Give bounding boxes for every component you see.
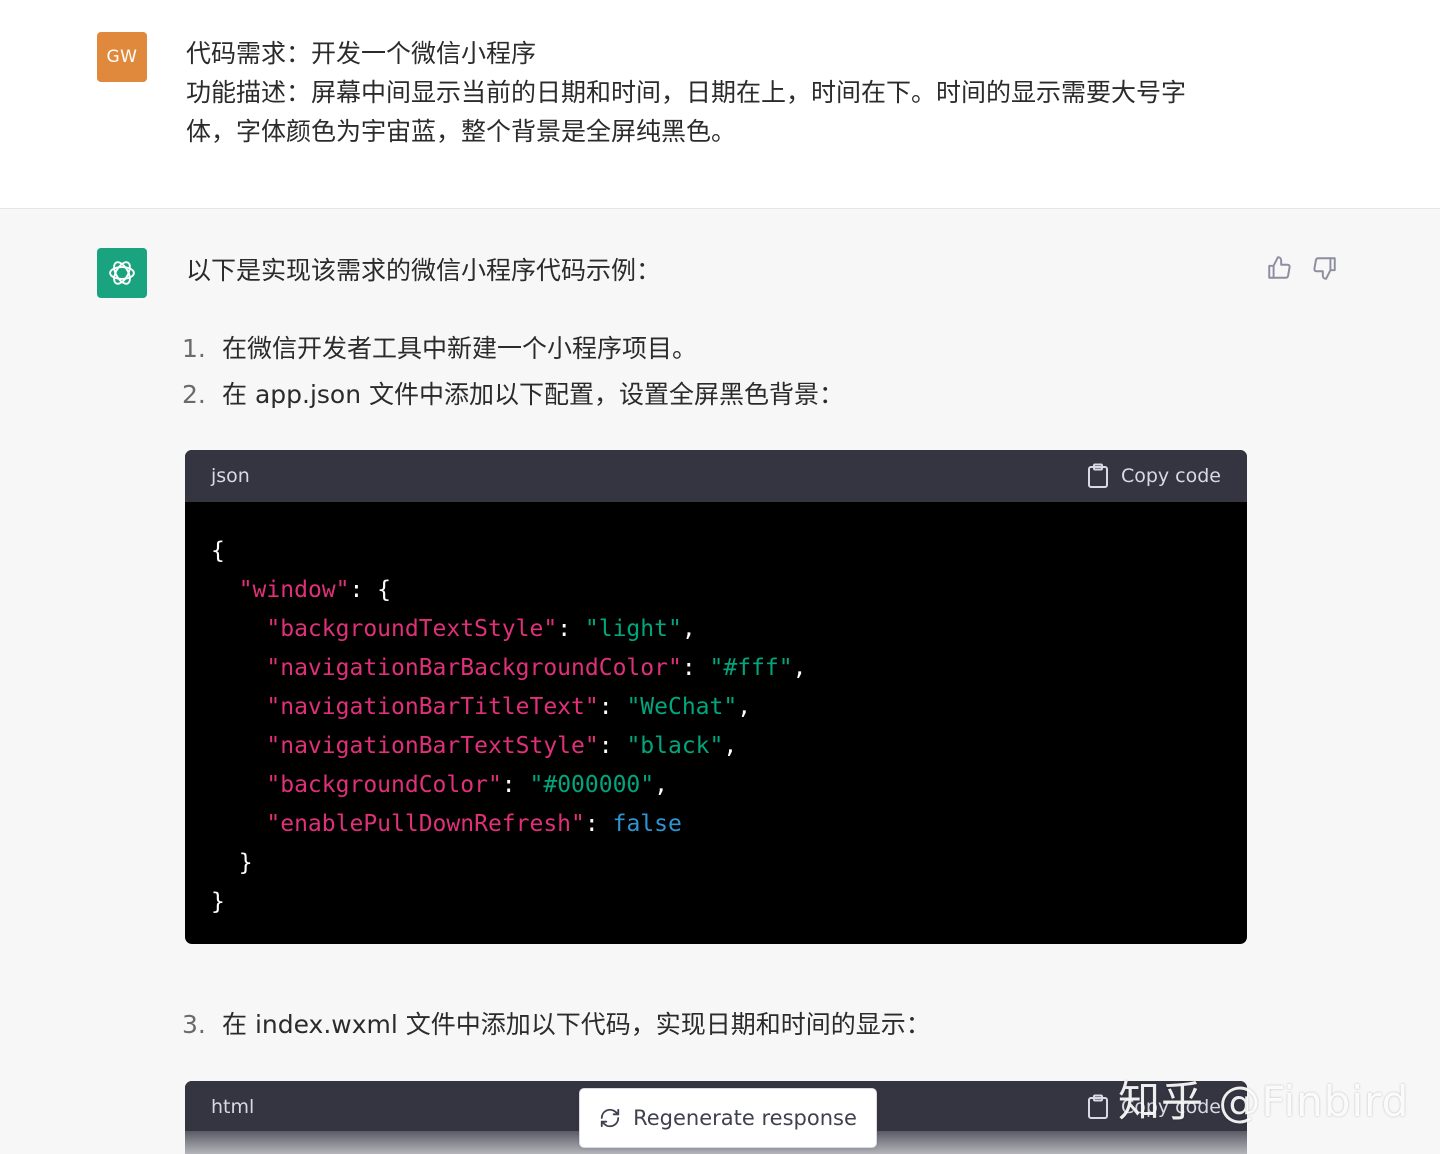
list-item: 2. 在 app.json 文件中添加以下配置，设置全屏黑色背景： [182,377,844,413]
list-item: 3. 在 index.wxml 文件中添加以下代码，实现日期和时间的显示： [182,1007,931,1043]
openai-logo-icon [97,248,147,298]
code-token: } [211,889,225,915]
code-token: "#000000" [529,772,655,798]
code-token: false [612,811,682,837]
clipboard-icon [1087,1094,1108,1119]
regenerate-button[interactable]: Regenerate response [579,1088,877,1148]
code-token: "black" [626,733,724,759]
code-line: "navigationBarBackgroundColor": "#fff", [211,649,1221,688]
list-item-number: 2. [182,380,206,409]
list-item: 1. 在微信开发者工具中新建一个小程序项目。 [182,331,697,367]
code-token: "backgroundColor" [266,772,502,798]
code-line: "navigationBarTitleText": "WeChat", [211,688,1221,727]
code-token: "backgroundTextStyle" [266,616,558,642]
thumbs-down-icon[interactable] [1311,254,1339,282]
refresh-icon [600,1108,620,1128]
code-block-json: json Copy code { "window": { "background… [185,450,1247,944]
code-token: , [723,733,738,759]
code-token: , [737,694,752,720]
list-item-number: 1. [182,334,206,363]
user-message: GW 代码需求：开发一个微信小程序 功能描述：屏幕中间显示当前的日期和时间，日期… [0,0,1440,209]
copy-code-label: Copy code [1120,465,1221,487]
user-avatar: GW [97,32,147,82]
code-line: "enablePullDownRefresh": false [211,805,1221,844]
thumbs-up-icon[interactable] [1265,254,1293,282]
code-token: "navigationBarBackgroundColor" [266,655,682,681]
code-content: { "window": { "backgroundTextStyle": "li… [185,502,1247,944]
code-language-label: json [211,465,250,487]
assistant-message: 以下是实现该需求的微信小程序代码示例： 1. 在微信开发者工具中新建一个小程序项… [0,209,1440,1154]
assistant-intro: 以下是实现该需求的微信小程序代码示例： [186,256,662,285]
code-token: : [681,655,710,681]
code-token: , [681,616,696,642]
list-item-text: 在微信开发者工具中新建一个小程序项目。 [222,334,698,363]
user-message-line: 代码需求：开发一个微信小程序 [186,39,537,68]
code-token: : [598,733,627,759]
code-block-header: json Copy code [185,450,1247,502]
code-token: , [654,772,668,798]
code-token: "window" [238,577,350,603]
code-token: : [557,616,585,642]
code-language-label: html [211,1096,255,1118]
code-token: : [584,811,613,837]
user-avatar-initials: GW [106,47,138,67]
code-line: } [211,883,1221,922]
list-item-text: 在 index.wxml 文件中添加以下代码，实现日期和时间的显示： [222,1010,931,1039]
code-line: "backgroundColor": "#000000", [211,766,1221,805]
code-line: "navigationBarTextStyle": "black", [211,727,1221,766]
code-token: "navigationBarTitleText" [266,694,599,720]
code-line: { [211,532,1221,571]
user-message-line: 功能描述：屏幕中间显示当前的日期和时间，日期在上，时间在下。时间的显示需要大号字 [186,78,1187,107]
user-message-text: 代码需求：开发一个微信小程序 功能描述：屏幕中间显示当前的日期和时间，日期在上，… [186,34,1246,151]
list-item-text: 在 app.json 文件中添加以下配置，设置全屏黑色背景： [222,380,845,409]
watermark: 知乎 @Finbird [1118,1077,1410,1126]
code-line: "backgroundTextStyle": "light", [211,610,1221,649]
code-token: : [598,694,627,720]
code-token: : [501,772,530,798]
code-token: "light" [584,616,682,642]
code-line: } [211,844,1221,883]
code-token: } [211,850,253,876]
list-item-number: 3. [182,1010,206,1039]
code-token: "navigationBarTextStyle" [266,733,599,759]
code-token: "enablePullDownRefresh" [266,811,585,837]
code-token: , [792,655,807,681]
user-message-line: 体，字体颜色为宇宙蓝，整个背景是全屏纯黑色。 [186,117,737,146]
clipboard-icon [1087,463,1108,488]
code-token: { [211,538,225,564]
code-token: "#fff" [709,655,793,681]
regenerate-label: Regenerate response [633,1106,857,1130]
code-token: "WeChat" [626,694,738,720]
copy-code-button[interactable]: Copy code [1087,463,1221,489]
code-line: "window": { [211,571,1221,610]
code-token: : { [349,577,392,603]
